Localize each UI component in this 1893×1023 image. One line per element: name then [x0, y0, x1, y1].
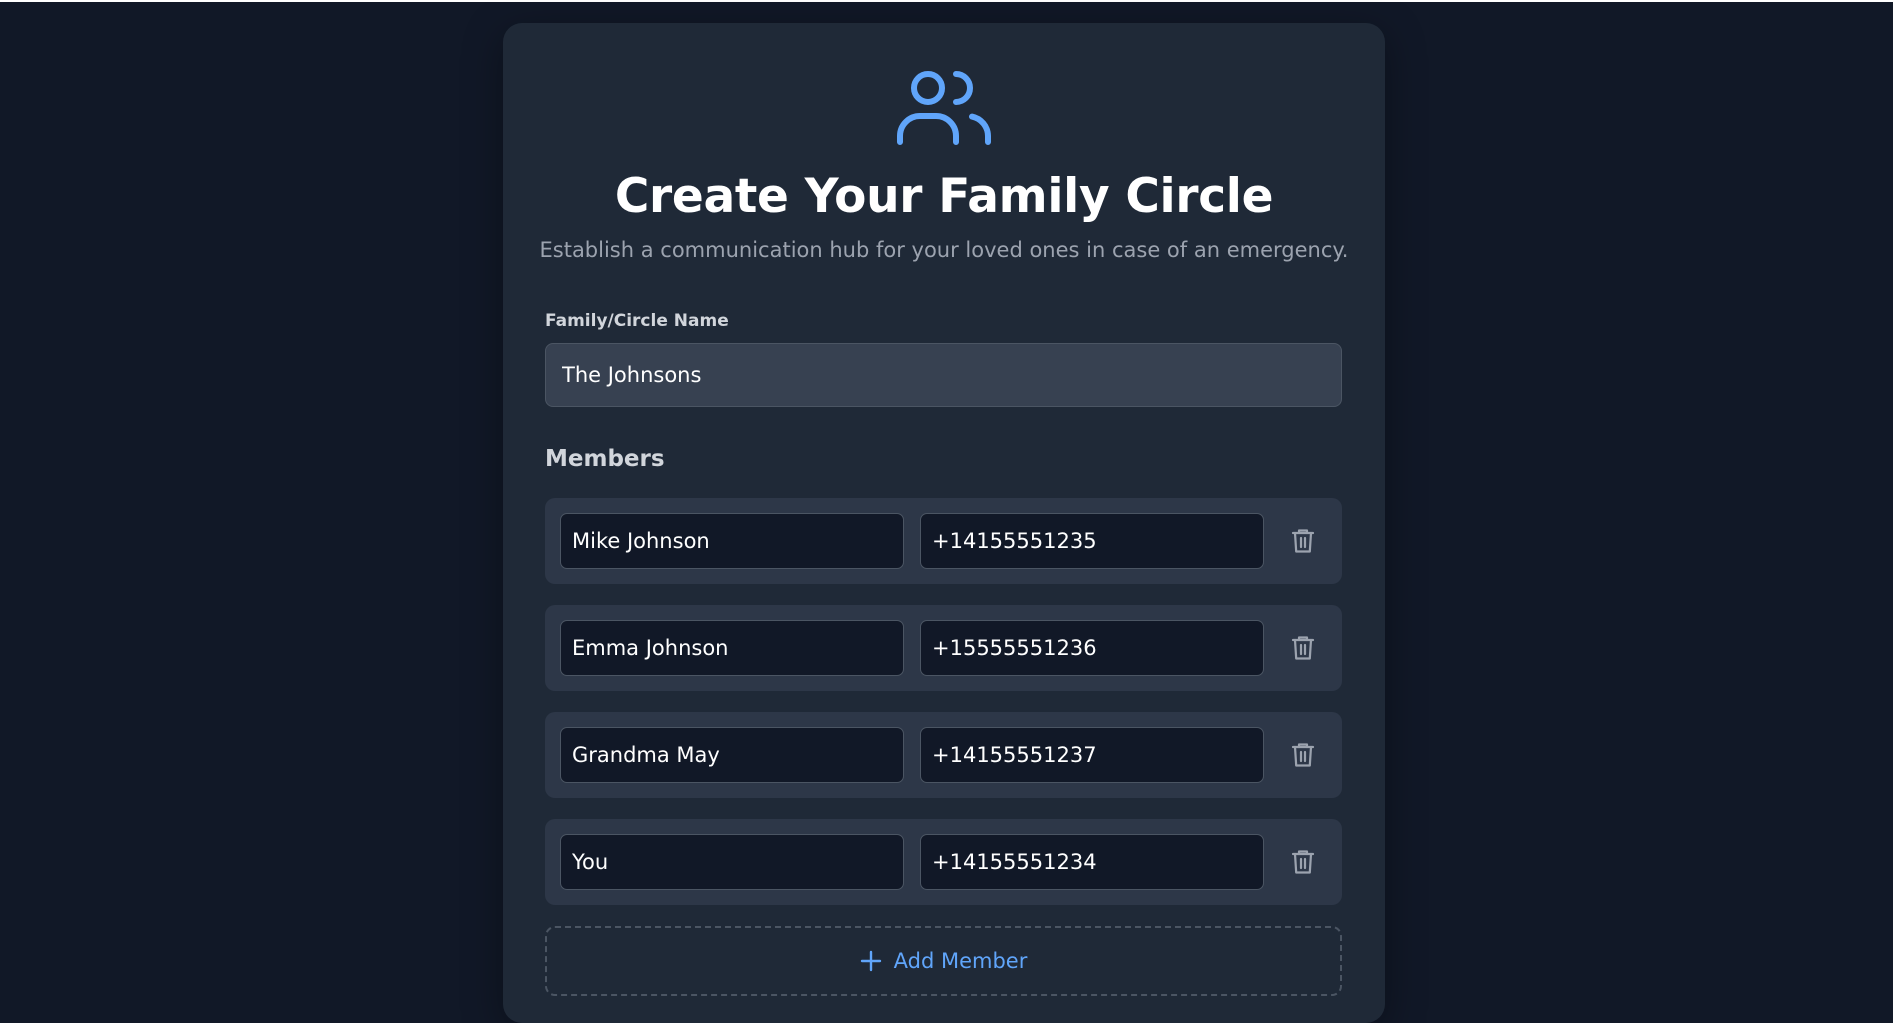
- member-row: [545, 712, 1342, 798]
- users-icon: [897, 71, 991, 145]
- trash-icon: [1291, 743, 1315, 767]
- delete-member-button[interactable]: [1285, 630, 1321, 666]
- member-row: [545, 498, 1342, 584]
- delete-member-button[interactable]: [1285, 844, 1321, 880]
- plus-icon: [860, 948, 882, 994]
- trash-icon: [1291, 636, 1315, 660]
- add-member-label: Add Member: [893, 949, 1028, 973]
- member-name-input[interactable]: [560, 834, 904, 890]
- member-name-input[interactable]: [560, 620, 904, 676]
- top-border: [0, 0, 1893, 2]
- member-phone-input[interactable]: [920, 834, 1264, 890]
- page-subtitle: Establish a communication hub for your l…: [539, 238, 1349, 262]
- members-heading: Members: [545, 446, 665, 472]
- member-row: [545, 819, 1342, 905]
- member-phone-input[interactable]: [920, 620, 1264, 676]
- delete-member-button[interactable]: [1285, 737, 1321, 773]
- member-name-input[interactable]: [560, 513, 904, 569]
- member-name-input[interactable]: [560, 727, 904, 783]
- add-member-button[interactable]: Add Member: [545, 926, 1342, 996]
- circle-name-label: Family/Circle Name: [545, 311, 729, 331]
- member-phone-input[interactable]: [920, 513, 1264, 569]
- trash-icon: [1291, 850, 1315, 874]
- circle-name-input[interactable]: [545, 343, 1342, 407]
- member-phone-input[interactable]: [920, 727, 1264, 783]
- trash-icon: [1291, 529, 1315, 553]
- page-title: Create Your Family Circle: [614, 169, 1274, 224]
- member-row: [545, 605, 1342, 691]
- delete-member-button[interactable]: [1285, 523, 1321, 559]
